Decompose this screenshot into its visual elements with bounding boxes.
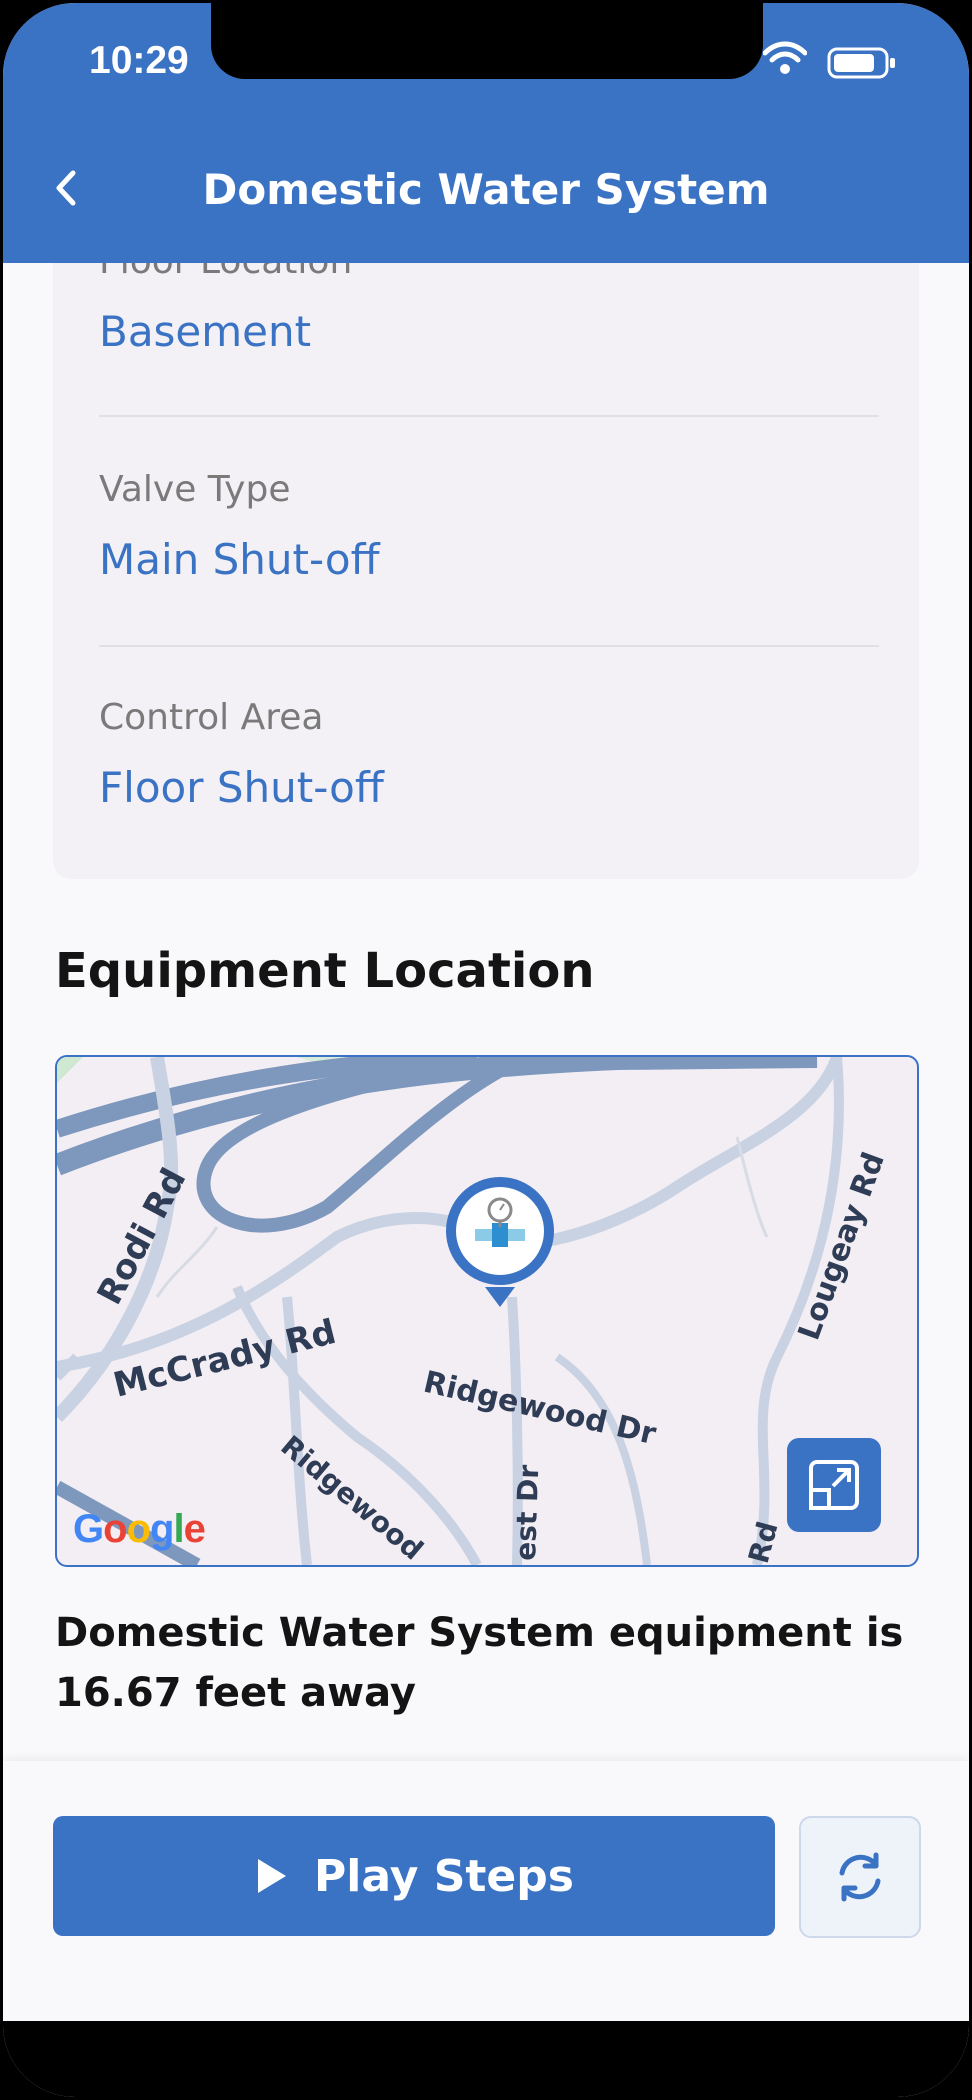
app-header: 10:29 Domestic Water System	[3, 3, 969, 263]
home-indicator-bar	[3, 2021, 969, 2097]
road-label-rd: Rd	[742, 1518, 785, 1565]
divider	[99, 645, 879, 647]
action-footer: Play Steps	[3, 1761, 969, 2021]
device-notch	[211, 3, 763, 79]
phone-screen: Floor Location Basement Valve Type Main …	[3, 3, 969, 2097]
refresh-icon	[839, 1852, 881, 1902]
wifi-icon	[763, 41, 807, 74]
play-icon	[258, 1859, 287, 1893]
equipment-location-title: Equipment Location	[55, 943, 595, 999]
floor-location-value: Basement	[99, 307, 312, 356]
expand-map-button[interactable]	[787, 1438, 881, 1532]
distance-text: Domestic Water System equipment is 16.67…	[55, 1610, 904, 1716]
play-steps-label: Play Steps	[314, 1850, 574, 1902]
road-label-lougeay: Lougeay Rd	[792, 1148, 892, 1345]
equipment-map[interactable]: Rodi Rd McCrady Rd Ridgewood Dr Lougeay …	[55, 1055, 919, 1567]
battery-icon	[827, 47, 895, 79]
valve-type-value: Main Shut-off	[99, 535, 380, 584]
divider	[99, 415, 879, 417]
road-label-est-dr: est Dr	[509, 1464, 545, 1561]
refresh-button[interactable]	[799, 1816, 921, 1938]
control-area-label: Control Area	[99, 697, 324, 738]
valve-type-label: Valve Type	[99, 469, 291, 510]
play-steps-button[interactable]: Play Steps	[53, 1816, 775, 1936]
valve-marker-icon	[446, 1177, 554, 1307]
expand-icon	[809, 1460, 859, 1510]
google-logo: Google	[73, 1507, 206, 1551]
valve-details-card: Floor Location Basement Valve Type Main …	[53, 223, 919, 879]
road-label-ridgewood-dr: Ridgewood Dr	[420, 1365, 659, 1453]
control-area-value: Floor Shut-off	[99, 763, 384, 812]
page-title: Domestic Water System	[202, 165, 770, 214]
status-time: 10:29	[89, 39, 189, 82]
